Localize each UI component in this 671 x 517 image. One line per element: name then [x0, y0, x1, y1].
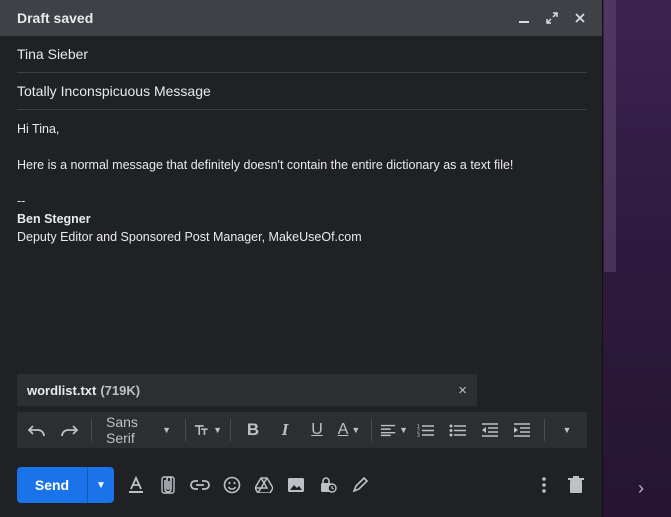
numbered-list-icon[interactable]: 123: [412, 416, 440, 444]
send-options-icon[interactable]: ▼: [87, 467, 114, 503]
body-paragraph: Here is a normal message that definitely…: [17, 158, 514, 172]
underline-icon[interactable]: U: [303, 416, 331, 444]
toolbar-divider: [544, 419, 545, 441]
italic-icon[interactable]: I: [271, 416, 299, 444]
close-icon[interactable]: [568, 6, 592, 30]
attachment-size: (719K): [100, 382, 141, 398]
bulleted-list-icon[interactable]: [444, 416, 472, 444]
compose-window: Draft saved Tina Sieber Totally Inconspi…: [0, 0, 603, 517]
signature-title: Deputy Editor and Sponsored Post Manager…: [17, 230, 362, 244]
subject-value: Totally Inconspicuous Message: [17, 83, 211, 99]
discard-draft-icon[interactable]: [560, 469, 592, 501]
background-scrollbar: [604, 0, 616, 272]
compose-titlebar[interactable]: Draft saved: [0, 0, 602, 36]
signature-pen-icon[interactable]: [344, 469, 376, 501]
subject-field[interactable]: Totally Inconspicuous Message: [17, 73, 587, 110]
more-formatting-icon[interactable]: ▼: [553, 416, 581, 444]
send-button[interactable]: Send: [17, 467, 87, 503]
attachment-chip[interactable]: wordlist.txt (719K) ×: [17, 374, 477, 406]
chevron-right-icon[interactable]: ›: [638, 478, 644, 499]
confidential-mode-icon[interactable]: [312, 469, 344, 501]
remove-attachment-icon[interactable]: ×: [458, 382, 467, 399]
compose-actions: Send ▼: [17, 466, 592, 504]
caret-down-icon: ▼: [351, 425, 361, 435]
fullscreen-icon[interactable]: [540, 6, 564, 30]
emoji-icon[interactable]: [216, 469, 248, 501]
toolbar-divider: [91, 419, 92, 441]
text-color-icon[interactable]: A ▼: [335, 416, 363, 444]
google-drive-icon[interactable]: [248, 469, 280, 501]
align-icon[interactable]: ▼: [380, 416, 408, 444]
insert-photo-icon[interactable]: [280, 469, 312, 501]
recipients-field[interactable]: Tina Sieber: [17, 36, 587, 73]
toolbar-divider: [371, 419, 372, 441]
toolbar-divider: [185, 419, 186, 441]
insert-link-icon[interactable]: [184, 469, 216, 501]
send-button-group: Send ▼: [17, 467, 114, 503]
svg-text:3: 3: [417, 433, 420, 437]
signature-delimiter: --: [17, 194, 26, 208]
toolbar-divider: [230, 419, 231, 441]
formatting-toolbar: Sans Serif ▼ ▼ B I U A ▼ ▼ 123 ▼: [17, 412, 587, 448]
attachment-filename: wordlist.txt: [27, 382, 97, 398]
message-body[interactable]: Hi Tina, Here is a normal message that d…: [0, 110, 602, 246]
bold-icon[interactable]: B: [239, 416, 267, 444]
indent-less-icon[interactable]: [476, 416, 504, 444]
window-title: Draft saved: [17, 10, 94, 26]
undo-icon[interactable]: [23, 416, 51, 444]
more-options-icon[interactable]: [528, 469, 560, 501]
caret-down-icon: ▼: [162, 425, 171, 435]
signature-name: Ben Stegner: [17, 212, 91, 226]
minimize-icon[interactable]: [512, 6, 536, 30]
font-family-value: Sans Serif: [106, 414, 138, 446]
greeting-text: Hi Tina,: [17, 122, 60, 136]
caret-down-icon: ▼: [399, 425, 408, 435]
redo-icon[interactable]: [55, 416, 83, 444]
recipient-value: Tina Sieber: [17, 46, 89, 62]
attach-file-icon[interactable]: [152, 469, 184, 501]
font-family-select[interactable]: Sans Serif ▼: [100, 414, 177, 446]
indent-more-icon[interactable]: [508, 416, 536, 444]
caret-down-icon: ▼: [213, 425, 222, 435]
formatting-options-icon[interactable]: [120, 469, 152, 501]
text-size-icon[interactable]: ▼: [194, 416, 222, 444]
